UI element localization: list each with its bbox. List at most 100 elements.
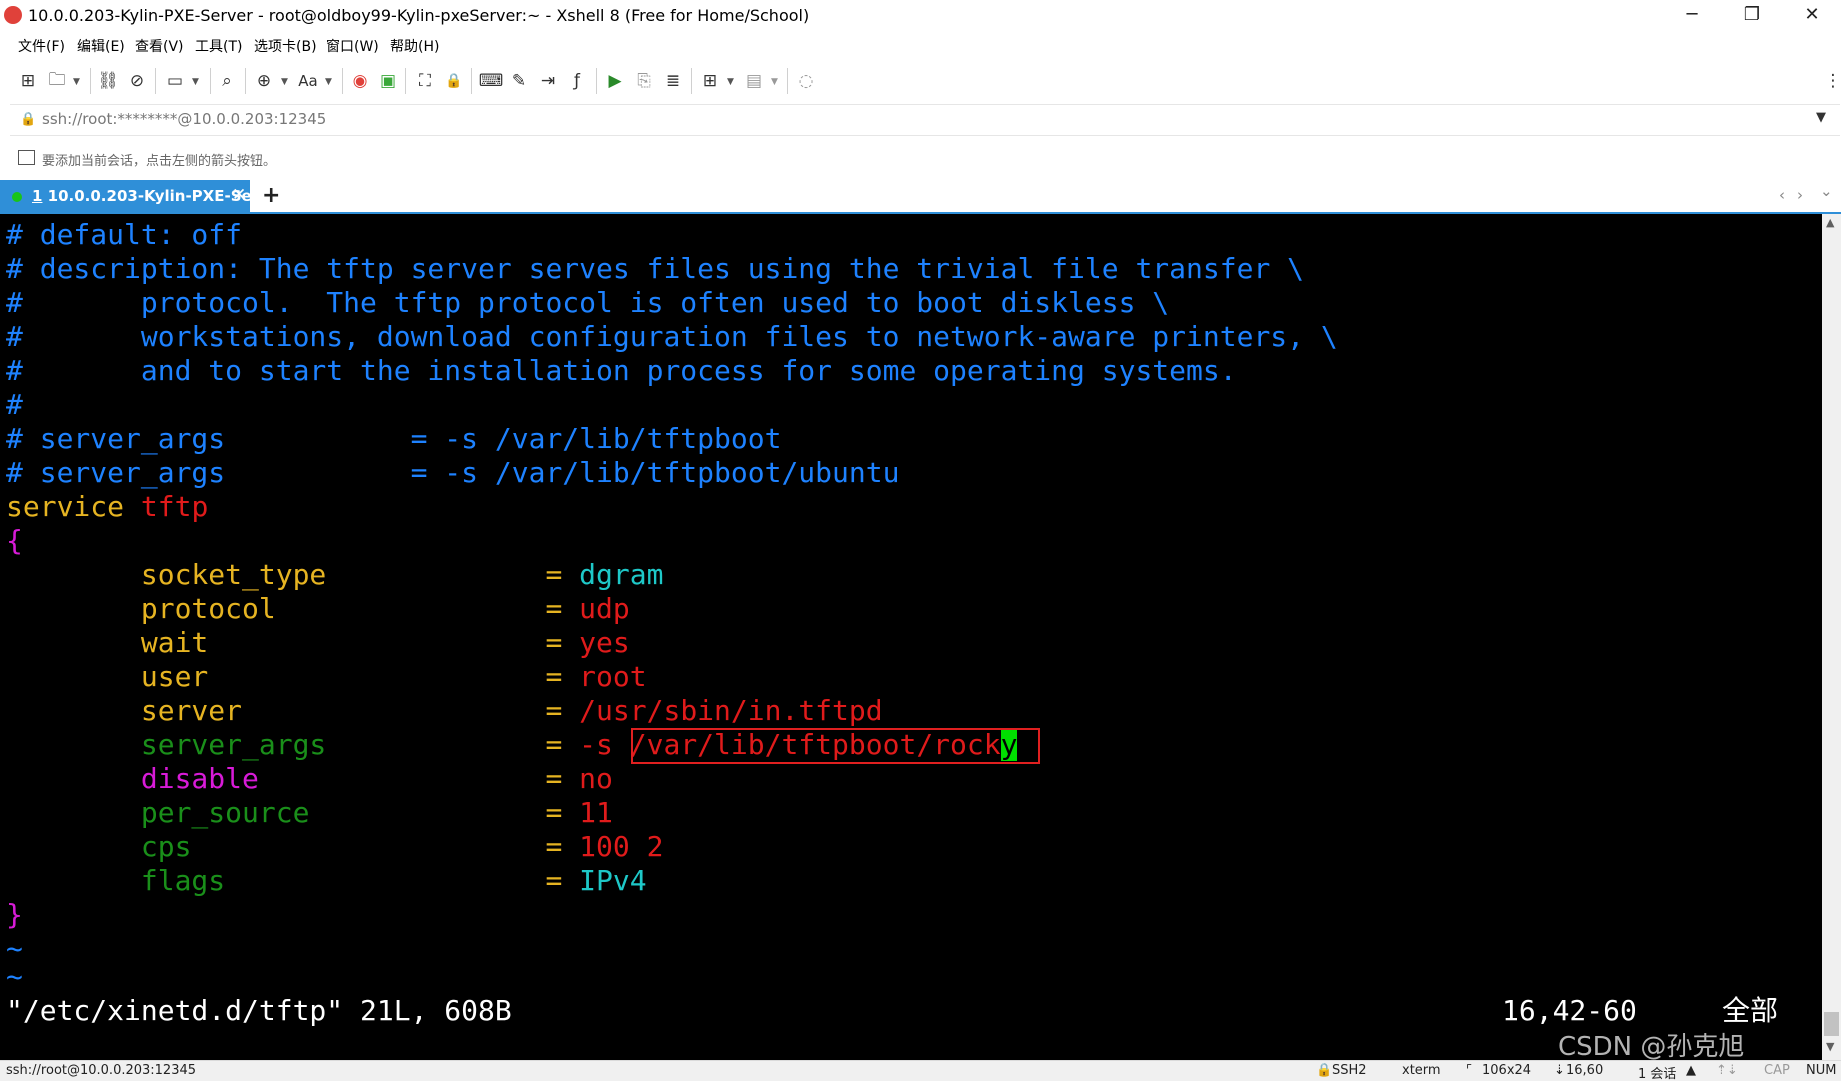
search-icon[interactable]: ⌕ — [216, 70, 238, 92]
terminal-view[interactable]: # default: off # description: The tftp s… — [0, 214, 1822, 1060]
status-protocol: SSH2 — [1332, 1063, 1367, 1078]
setting-key: per_source — [140, 796, 310, 829]
copy-icon[interactable]: ⎘ — [633, 70, 655, 92]
status-num-lock: NUM — [1806, 1063, 1837, 1078]
status-size: 106x24 — [1482, 1063, 1532, 1078]
session-hint-bar — [0, 142, 1841, 172]
globe-icon[interactable]: ⊕ — [253, 70, 275, 92]
status-sessions[interactable]: 1 会话 — [1638, 1063, 1676, 1082]
csdn-watermark: CSDN @孙克旭 — [1558, 1032, 1745, 1060]
setting-value: 11 — [579, 796, 613, 829]
menu-help[interactable]: 帮助(H) — [390, 36, 439, 56]
status-cursor-icon: ⇣ — [1554, 1063, 1565, 1078]
open-folder-dropdown-icon[interactable]: ▼ — [73, 77, 80, 87]
new-session-icon[interactable]: ⊞ — [17, 70, 39, 92]
start-log-icon[interactable]: ▶ — [604, 70, 626, 92]
vim-scroll-status: 全部 — [1722, 994, 1779, 1027]
font-dropdown-icon[interactable]: ▼ — [325, 77, 332, 87]
menu-tabs[interactable]: 选项卡(B) — [254, 36, 317, 56]
new-window-icon[interactable]: ▭ — [164, 70, 186, 92]
toolbar-separator — [155, 68, 156, 94]
fullscreen-icon[interactable]: ⛶ — [414, 70, 436, 92]
tab-menu-icon[interactable]: ⌄ — [1820, 182, 1833, 200]
status-size-icon: ⌜ — [1466, 1063, 1473, 1078]
menu-view[interactable]: 查看(V) — [135, 36, 184, 56]
chat-icon[interactable]: ◌ — [795, 70, 817, 92]
layout-dropdown-icon[interactable]: ▼ — [771, 77, 778, 87]
setting-equals: = — [545, 830, 580, 863]
setting-value: 100 2 — [579, 830, 664, 863]
setting-key: server — [140, 694, 243, 727]
xftp-transfer-icon[interactable]: ▣ — [377, 70, 399, 92]
layout-icon[interactable]: ▤ — [743, 70, 765, 92]
font-icon[interactable]: Aa — [297, 70, 319, 92]
setting-line: wait = yes — [6, 626, 630, 660]
setting-key: user — [140, 660, 209, 693]
add-tab-dropdown-icon[interactable]: ▼ — [727, 77, 734, 87]
open-brace: { — [6, 524, 23, 557]
scroll-down-icon[interactable]: ▼ — [1826, 1040, 1834, 1053]
reconnect-icon[interactable]: ⛓ — [97, 70, 119, 92]
menu-tools[interactable]: 工具(T) — [195, 36, 242, 56]
scroll-arrows-icon[interactable]: ⇡⇣ — [1716, 1063, 1738, 1078]
new-tab-button[interactable]: + — [262, 183, 280, 208]
setting-equals: = — [545, 558, 580, 591]
setting-line: server = /usr/sbin/in.tftpd — [6, 694, 883, 728]
toolbar-separator — [471, 68, 472, 94]
restore-button[interactable]: ❐ — [1722, 0, 1782, 30]
xftp-icon[interactable]: ◉ — [349, 70, 371, 92]
menu-edit[interactable]: 编辑(E) — [77, 36, 125, 56]
close-button[interactable]: ✕ — [1782, 0, 1841, 30]
setting-line: socket_type = dgram — [6, 558, 664, 592]
terminal-scrollbar[interactable] — [1822, 214, 1841, 1060]
setting-key: server_args — [140, 728, 327, 761]
toolbar-separator — [90, 68, 91, 94]
menu-window[interactable]: 窗口(W) — [326, 36, 379, 56]
setting-key: flags — [140, 864, 226, 897]
add-session-arrow-icon[interactable] — [18, 150, 35, 165]
sessions-dropdown-icon[interactable]: ▲ — [1686, 1063, 1696, 1078]
scrollbar-thumb[interactable] — [1824, 1012, 1839, 1036]
globe-dropdown-icon[interactable]: ▼ — [281, 77, 288, 87]
address-dropdown-icon[interactable]: ▼ — [1816, 110, 1826, 125]
toolbar-separator — [245, 68, 246, 94]
compose-icon[interactable]: ✎ — [508, 70, 530, 92]
send-key-icon[interactable]: ⇥ — [537, 70, 559, 92]
service-name: tftp — [124, 490, 209, 523]
more-options-icon[interactable]: ⋮ — [1822, 70, 1841, 92]
lock-icon[interactable]: 🔒 — [443, 70, 465, 92]
scroll-up-icon[interactable]: ▲ — [1826, 216, 1834, 229]
disconnect-icon[interactable]: ⊘ — [126, 70, 148, 92]
setting-key: cps — [140, 830, 192, 863]
script-icon[interactable]: ƒ — [566, 70, 588, 92]
terminal-line: # and to start the installation process … — [6, 354, 1237, 387]
tab-next-icon[interactable]: › — [1797, 186, 1803, 204]
open-folder-icon[interactable]: 🗀 — [46, 70, 68, 92]
add-tab-icon[interactable]: ⊞ — [699, 70, 721, 92]
menu-file[interactable]: 文件(F) — [18, 36, 65, 56]
toolbar-separator — [787, 68, 788, 94]
setting-equals: = — [545, 660, 580, 693]
toolbar-separator — [210, 68, 211, 94]
vim-cursor-position: 16,42-60 — [1502, 994, 1637, 1027]
new-window-dropdown-icon[interactable]: ▼ — [192, 77, 199, 87]
setting-value: /usr/sbin/in.tftpd — [579, 694, 883, 727]
session-hint-text: 要添加当前会话，点击左侧的箭头按钮。 — [42, 154, 277, 169]
terminal-line: # — [6, 388, 23, 421]
note-icon[interactable]: ≣ — [662, 70, 684, 92]
setting-equals: = — [545, 592, 580, 625]
keyboard-icon[interactable]: ⌨ — [479, 70, 504, 92]
setting-value: dgram — [579, 558, 664, 591]
setting-equals: = — [545, 864, 580, 897]
setting-key: wait — [140, 626, 209, 659]
address-input[interactable]: ssh://root:********@10.0.0.203:12345 — [42, 110, 326, 128]
terminal-line: # server_args = -s /var/lib/tftpboot/ubu… — [6, 456, 900, 489]
tab-prev-icon[interactable]: ‹ — [1779, 186, 1785, 204]
terminal-line: # workstations, download configuration f… — [6, 320, 1338, 353]
setting-line: user = root — [6, 660, 647, 694]
terminal-line: # default: off — [6, 218, 243, 251]
terminal-line: # server_args = -s /var/lib/tftpboot — [6, 422, 782, 455]
tab-close-icon[interactable]: ✕ — [232, 185, 246, 205]
setting-equals: = — [545, 762, 580, 795]
minimize-button[interactable]: ─ — [1662, 0, 1722, 30]
